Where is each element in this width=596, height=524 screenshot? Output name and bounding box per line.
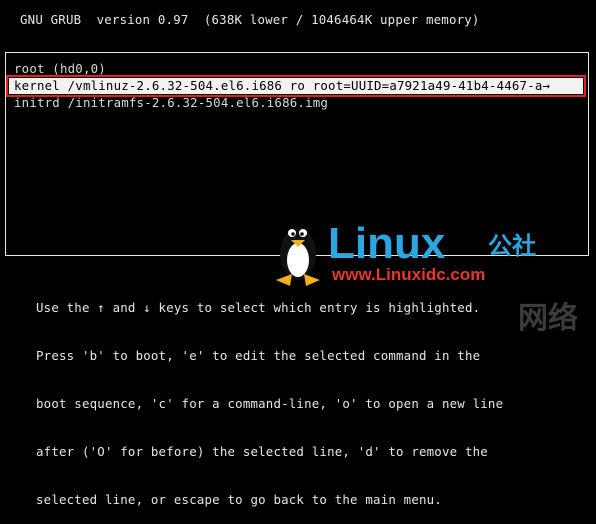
menu-entry-root[interactable]: root (hd0,0) (14, 61, 106, 77)
help-line: boot sequence, 'c' for a command-line, '… (36, 396, 504, 411)
menu-entry-kernel-selected[interactable]: kernel /vmlinuz-2.6.32-504.el6.i686 ro r… (6, 75, 586, 97)
help-line: Press 'b' to boot, 'e' to edit the selec… (36, 348, 481, 363)
help-line: Use the ↑ and ↓ keys to select which ent… (36, 300, 481, 315)
help-line: selected line, or escape to go back to t… (36, 492, 442, 507)
menu-entry-initrd[interactable]: initrd /initramfs-2.6.32-504.el6.i686.im… (14, 95, 328, 111)
boot-menu-box: root (hd0,0) kernel /vmlinuz-2.6.32-504.… (5, 52, 589, 256)
grub-version-header: GNU GRUB version 0.97 (638K lower / 1046… (20, 12, 480, 27)
help-line: after ('O' for before) the selected line… (36, 444, 488, 459)
help-text: Use the ↑ and ↓ keys to select which ent… (36, 268, 503, 524)
side-cn-text: 网络 (518, 301, 578, 335)
